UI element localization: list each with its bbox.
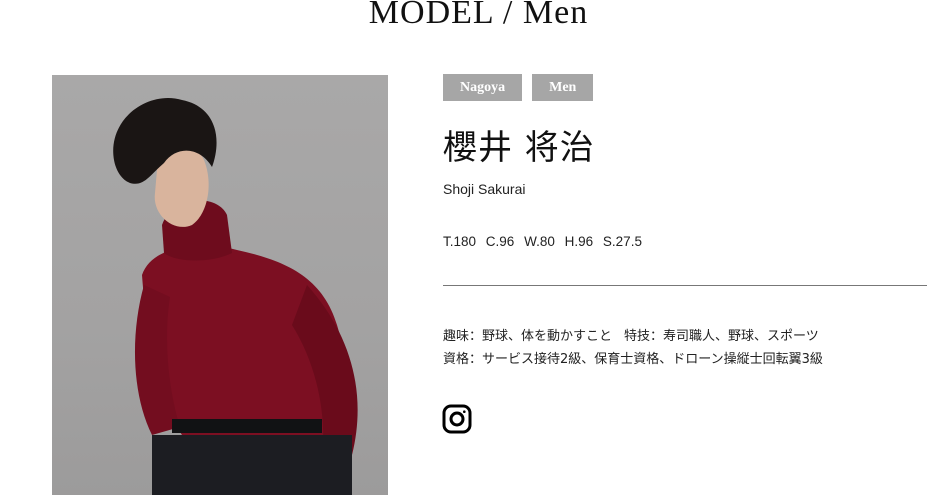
qual-value: サービス接待2級、保育士資格、ドローン操縦士回転翼3級 <box>482 352 823 367</box>
measurements: T.180 C.96 W.80 H.96 S.27.5 <box>443 234 648 249</box>
tag-men[interactable]: Men <box>532 74 594 101</box>
tag-list: Nagoya Men <box>443 74 594 101</box>
measure-shoe: S.27.5 <box>602 234 642 249</box>
title-category: Men <box>522 0 589 31</box>
hobby-label: 趣味： <box>443 329 483 344</box>
profile-line-2: 資格：サービス接待2級、保育士資格、ドローン操縦士回転翼3級 <box>443 348 823 371</box>
skill-value: 寿司職人、野球、スポーツ <box>663 329 819 344</box>
qual-label: 資格： <box>443 352 483 367</box>
title-model: MODEL <box>368 0 494 31</box>
profile-line-1: 趣味：野球、体を動かすこと 特技：寿司職人、野球、スポーツ <box>443 325 823 348</box>
measure-waist: W.80 <box>524 234 555 249</box>
title-separator: / <box>502 0 514 31</box>
skill-label: 特技： <box>624 329 664 344</box>
instagram-icon[interactable] <box>442 404 472 434</box>
measure-height: T.180 <box>443 234 477 249</box>
measure-chest: C.96 <box>485 234 515 249</box>
model-photo <box>52 75 388 495</box>
divider <box>443 285 927 286</box>
measure-hip: H.96 <box>564 234 594 249</box>
model-name-jp: 櫻井 将治 <box>443 128 595 168</box>
hobby-value: 野球、体を動かすこと <box>482 329 613 344</box>
page-title: MODEL / Men <box>0 0 927 32</box>
profile-details: 趣味：野球、体を動かすこと 特技：寿司職人、野球、スポーツ 資格：サービス接待2級… <box>443 325 823 371</box>
tag-nagoya[interactable]: Nagoya <box>443 74 523 101</box>
model-name-en: Shoji Sakurai <box>443 181 526 197</box>
